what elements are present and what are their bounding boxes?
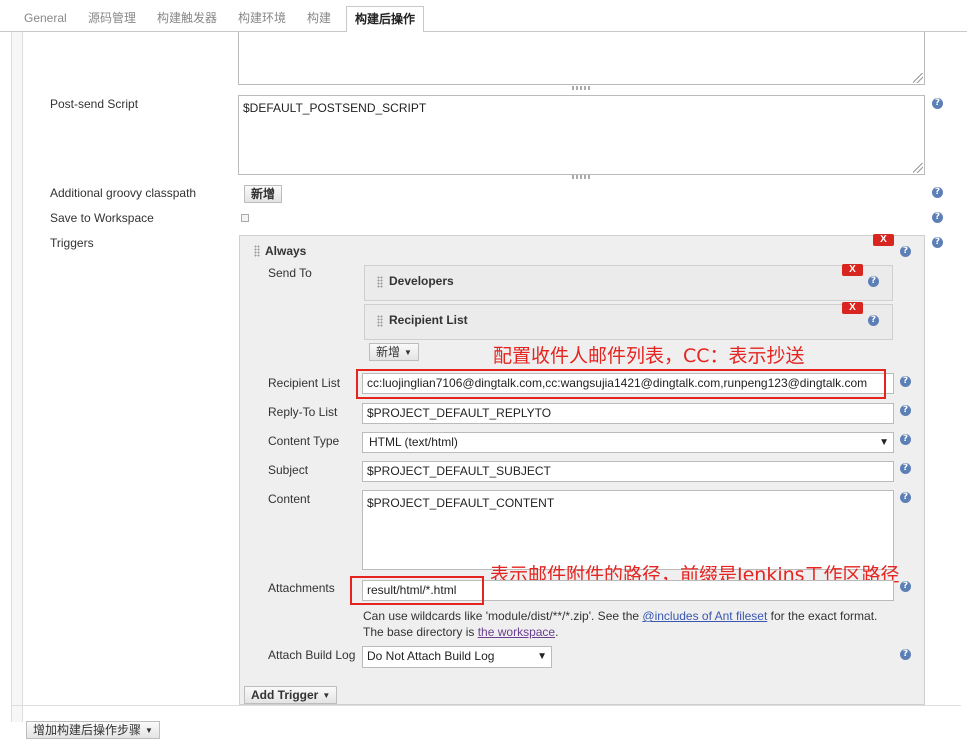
help-icon[interactable]: ? — [868, 315, 879, 326]
resize-grip-icon[interactable] — [913, 73, 923, 83]
help-icon[interactable]: ? — [932, 187, 943, 198]
help-icon[interactable]: ? — [900, 246, 911, 257]
send-to-label: Send To — [268, 266, 312, 280]
chevron-down-icon: ▼ — [879, 437, 889, 448]
drag-handle-icon[interactable] — [377, 315, 383, 327]
delete-developers-button[interactable]: X — [842, 264, 863, 276]
post-send-script-value: $DEFAULT_POSTSEND_SCRIPT — [243, 101, 427, 115]
tab-post-build[interactable]: 构建后操作 — [346, 6, 425, 33]
save-to-workspace-checkbox[interactable] — [241, 214, 249, 222]
add-trigger-label: Add Trigger — [251, 688, 319, 702]
content-textarea[interactable]: $PROJECT_DEFAULT_CONTENT — [362, 490, 894, 570]
help-icon[interactable]: ? — [932, 212, 943, 223]
annotation-box-recipients — [356, 369, 886, 399]
post-send-script-textarea[interactable]: $DEFAULT_POSTSEND_SCRIPT — [238, 95, 925, 175]
attachments-help-line2: The base directory is the workspace. — [363, 625, 558, 639]
groovy-classpath-label: Additional groovy classpath — [50, 186, 197, 200]
page-frame-left — [11, 32, 23, 722]
chevron-down-icon: ▼ — [537, 651, 547, 662]
presend-script-textarea[interactable] — [238, 32, 925, 85]
textarea-drag-handle[interactable] — [572, 86, 590, 90]
tab-bar: General 源码管理 构建触发器 构建环境 构建 构建后操作 — [0, 0, 967, 33]
page-frame-bottom — [11, 705, 961, 717]
help-icon[interactable]: ? — [900, 376, 911, 387]
help-icon[interactable]: ? — [900, 463, 911, 474]
help-icon[interactable]: ? — [900, 405, 911, 416]
chevron-down-icon: ▼ — [404, 348, 412, 357]
attachments-label: Attachments — [268, 581, 335, 595]
add-trigger-button[interactable]: Add Trigger ▼ — [244, 686, 338, 704]
content-label: Content — [268, 492, 311, 506]
recipient-list-label: Recipient List — [268, 376, 341, 390]
reply-to-label: Reply-To List — [268, 405, 338, 419]
delete-trigger-button[interactable]: X — [873, 234, 894, 246]
workspace-link[interactable]: the workspace — [478, 625, 555, 639]
help-text: The base directory is — [363, 625, 478, 639]
resize-grip-icon[interactable] — [913, 163, 923, 173]
tab-build[interactable]: 构建 — [299, 6, 339, 32]
help-icon[interactable]: ? — [900, 492, 911, 503]
content-value: $PROJECT_DEFAULT_CONTENT — [367, 496, 555, 510]
content-type-value: HTML (text/html) — [369, 435, 458, 449]
add-post-build-step-label: 增加构建后操作步骤 — [33, 723, 142, 737]
help-text: Can use wildcards like 'module/dist/**/*… — [363, 609, 643, 623]
help-icon[interactable]: ? — [900, 649, 911, 660]
send-to-recipient-list: Recipient List — [389, 313, 468, 327]
send-to-add-label: 新增 — [376, 345, 401, 359]
content-type-label: Content Type — [268, 434, 340, 448]
attach-build-log-label: Attach Build Log — [268, 648, 356, 662]
help-icon[interactable]: ? — [932, 98, 943, 109]
add-post-build-step-button[interactable]: 增加构建后操作步骤 ▼ — [26, 721, 160, 739]
tab-build-environment[interactable]: 构建环境 — [230, 6, 294, 32]
delete-recipient-list-button[interactable]: X — [842, 302, 863, 314]
save-to-workspace-label: Save to Workspace — [50, 211, 154, 225]
help-icon[interactable]: ? — [932, 237, 943, 248]
attach-build-log-value: Do Not Attach Build Log — [367, 649, 495, 663]
triggers-label: Triggers — [50, 236, 94, 250]
subject-input[interactable]: $PROJECT_DEFAULT_SUBJECT — [362, 461, 894, 482]
tab-general[interactable]: General — [16, 6, 75, 32]
trigger-name: Always — [265, 244, 307, 258]
help-text: . — [555, 625, 559, 639]
subject-label: Subject — [268, 463, 309, 477]
tab-build-triggers[interactable]: 构建触发器 — [149, 6, 225, 32]
attach-build-log-select[interactable]: Do Not Attach Build Log ▼ — [362, 646, 552, 668]
textarea-drag-handle[interactable] — [572, 175, 590, 179]
drag-handle-icon[interactable] — [377, 276, 383, 288]
send-to-add-button[interactable]: 新增 ▼ — [369, 343, 419, 361]
ant-fileset-link[interactable]: @includes of Ant fileset — [642, 609, 767, 623]
chevron-down-icon: ▼ — [322, 691, 331, 700]
drag-handle-icon[interactable] — [254, 245, 260, 257]
chevron-down-icon: ▼ — [145, 726, 153, 735]
help-text: for the exact format. — [767, 609, 878, 623]
content-type-select[interactable]: HTML (text/html) ▼ — [362, 432, 894, 453]
annotation-recipients: 配置收件人邮件列表，CC：表示抄送 — [493, 345, 805, 367]
help-icon[interactable]: ? — [900, 581, 911, 592]
tab-source-control[interactable]: 源码管理 — [80, 6, 144, 32]
post-send-script-label: Post-send Script — [50, 97, 139, 111]
annotation-box-attachments — [350, 576, 484, 605]
attachments-help-line1: Can use wildcards like 'module/dist/**/*… — [363, 609, 877, 623]
groovy-add-button[interactable]: 新增 — [244, 185, 283, 203]
help-icon[interactable]: ? — [900, 434, 911, 445]
send-to-developers: Developers — [389, 274, 454, 288]
help-icon[interactable]: ? — [868, 276, 879, 287]
reply-to-input[interactable]: $PROJECT_DEFAULT_REPLYTO — [362, 403, 894, 424]
